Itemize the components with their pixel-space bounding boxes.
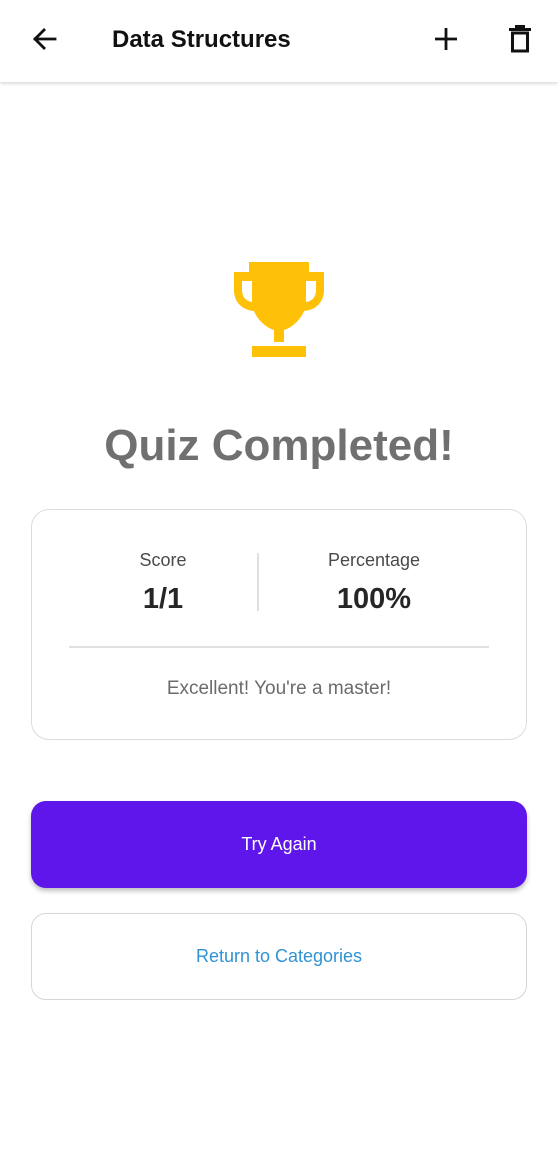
trash-icon [509,25,531,53]
result-message: Excellent! You're a master! [166,678,392,699]
percentage-label: Percentage [327,550,421,570]
plus-icon [435,28,457,50]
score-value: 1/1 [142,583,184,615]
score-stat: Score 1/1 [63,548,263,616]
arrow-left-icon [33,28,57,50]
try-again-label: Try Again [241,834,317,854]
stat-divider [257,553,259,611]
percentage-value: 100% [336,583,412,615]
card-divider [69,646,489,648]
quiz-completed-heading: Quiz Completed! [104,421,454,470]
score-label: Score [139,550,187,570]
try-again-button[interactable]: Try Again [31,801,527,888]
trophy-icon [234,262,324,357]
app-bar: Data Structures [0,0,558,82]
back-button[interactable] [20,15,68,63]
delete-button[interactable] [496,15,544,63]
add-button[interactable] [422,15,470,63]
result-card: Score 1/1 Percentage 100% Excellent! You… [31,509,527,740]
return-to-categories-button[interactable]: Return to Categories [31,913,527,1000]
return-to-categories-label: Return to Categories [195,946,363,966]
page-title: Data Structures [112,26,291,53]
percentage-stat: Percentage 100% [274,548,474,616]
